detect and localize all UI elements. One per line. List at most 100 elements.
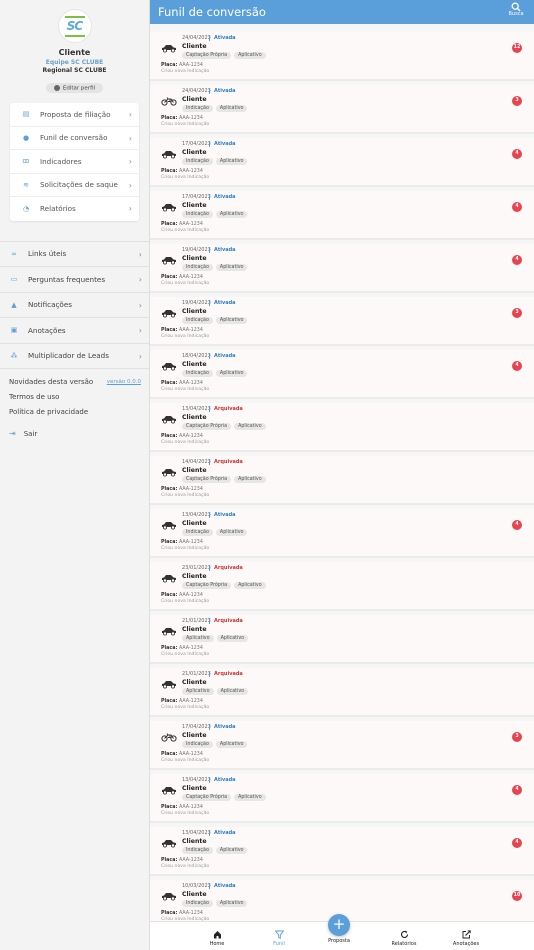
plate-label: Placa: bbox=[161, 540, 178, 545]
menu-item-saque[interactable]: ≋ Solicitações de saque › bbox=[10, 174, 139, 197]
lead-card[interactable]: 21/01/2023 Arquivada Cliente Aplicativo Apli… bbox=[150, 668, 534, 717]
lead-tags: Indicação Aplicativo bbox=[182, 158, 248, 165]
tag-chip: Captação Própria bbox=[182, 423, 232, 430]
nav-home[interactable]: Home bbox=[197, 929, 237, 947]
divider bbox=[209, 35, 210, 41]
lead-name: Cliente bbox=[182, 43, 207, 50]
lead-card[interactable]: 24/04/2023 Ativada Cliente Indicação Aplicat… bbox=[150, 85, 534, 134]
tag-chip: Aplicativo bbox=[234, 476, 266, 483]
lead-card[interactable]: 17/04/2023 Ativada Cliente Indicação Aplicat… bbox=[150, 191, 534, 240]
menu-item-links[interactable]: ∞ Links úteis › bbox=[0, 242, 149, 267]
link-icon: ∞ bbox=[11, 249, 17, 258]
menu-item-faq[interactable]: ▭ Perguntas frequentes › bbox=[0, 267, 149, 293]
divider bbox=[209, 247, 210, 253]
divider bbox=[209, 406, 210, 412]
plate-label: Placa: bbox=[161, 858, 178, 863]
plate-label: Placa: bbox=[161, 275, 178, 280]
tag-chip: Indicação bbox=[182, 317, 213, 324]
tag-chip: Indicação bbox=[182, 741, 213, 748]
lead-card[interactable]: 14/04/2023 Arquivada Cliente Captação Própr… bbox=[150, 456, 534, 505]
privacy-link[interactable]: Política de privacidade bbox=[9, 405, 149, 420]
lead-name: Cliente bbox=[182, 891, 207, 898]
menu-item-multiplicador[interactable]: ⁂ Multiplicador de Leads › bbox=[0, 344, 149, 369]
plate-value: AAA-1234 bbox=[178, 169, 203, 174]
divider bbox=[209, 194, 210, 200]
tag-chip: Aplicativo bbox=[234, 794, 266, 801]
terms-link[interactable]: Termos de uso bbox=[9, 390, 149, 405]
lead-name: Cliente bbox=[182, 361, 207, 368]
lead-date: 19/04/2023 bbox=[182, 247, 211, 253]
news-label: Novidades desta versão bbox=[9, 378, 94, 386]
lead-card[interactable]: 13/04/2023 Ativada Cliente Indicação Aplicat… bbox=[150, 509, 534, 558]
plate-value: AAA-1234 bbox=[178, 487, 203, 492]
menu-item-label: Solicitações de saque bbox=[40, 180, 118, 190]
menu-item-anotacoes[interactable]: ▣ Anotações › bbox=[0, 318, 149, 344]
lead-card[interactable]: 24/04/2023 Ativada Cliente Captação Própria… bbox=[150, 32, 534, 81]
menu-item-relatorios[interactable]: ◔ Relatórios › bbox=[10, 197, 139, 221]
notification-count-badge: 3 bbox=[512, 308, 522, 318]
car-icon bbox=[162, 787, 176, 795]
menu-item-proposta[interactable]: ▤ Proposta de filiação › bbox=[10, 103, 139, 127]
nav-funil[interactable]: Funil bbox=[259, 929, 299, 947]
secondary-menu: ∞ Links úteis › ▭ Perguntas frequentes ›… bbox=[0, 240, 149, 369]
plate-value: AAA-1234 bbox=[178, 699, 203, 704]
lead-plate: Placa: AAA-1234 bbox=[161, 911, 203, 916]
lead-status: Arquivada bbox=[214, 458, 243, 465]
tag-chip: Indicação bbox=[182, 900, 213, 907]
lead-card[interactable]: 13/04/2023 Ativada Cliente Captação Própria… bbox=[150, 774, 534, 823]
lead-card[interactable]: 13/04/2023 Arquivada Cliente Captação Própr… bbox=[150, 403, 534, 452]
menu-item-indicadores[interactable]: ꝏ Indicadores › bbox=[10, 150, 139, 174]
tag-chip: Aplicativo bbox=[215, 529, 248, 536]
lead-date: 17/04/2023 bbox=[182, 141, 211, 147]
divider bbox=[209, 353, 210, 359]
lead-status: Ativada bbox=[214, 140, 236, 147]
chevron-right-icon: › bbox=[138, 326, 142, 335]
lead-plate: Placa: AAA-1234 bbox=[161, 858, 203, 863]
logout-button[interactable]: ⇥ Sair bbox=[9, 429, 149, 438]
chevron-right-icon: › bbox=[128, 180, 132, 190]
plate-label: Placa: bbox=[161, 63, 178, 68]
menu-item-label: Notificações bbox=[28, 300, 72, 310]
edit-profile-button[interactable]: Editar perfil bbox=[45, 82, 104, 93]
plate-label: Placa: bbox=[161, 752, 178, 757]
lead-status: Ativada bbox=[214, 246, 236, 253]
lead-card[interactable]: 17/04/2023 Ativada Cliente Indicação Aplicat… bbox=[150, 138, 534, 187]
tag-chip: Aplicativo bbox=[215, 158, 248, 165]
divider bbox=[209, 830, 210, 836]
nav-anotacoes[interactable]: Anotações bbox=[446, 929, 486, 947]
car-icon bbox=[162, 310, 176, 318]
nav-relatorios[interactable]: Relatórios bbox=[384, 929, 424, 947]
lead-card[interactable]: 19/04/2023 Ativada Cliente Indicação Aplicat… bbox=[150, 244, 534, 293]
search-button[interactable]: Busca bbox=[508, 2, 524, 17]
tag-chip: Aplicativo bbox=[234, 423, 266, 430]
lead-date: 21/01/2023 bbox=[182, 671, 211, 677]
divider bbox=[209, 777, 210, 783]
lead-card[interactable]: 17/04/2023 Ativada Cliente Indicação Aplicat… bbox=[150, 721, 534, 770]
news-link[interactable]: Novidades desta versão versão 0.0.0 bbox=[9, 375, 149, 390]
lead-plate: Placa: AAA-1234 bbox=[161, 646, 203, 651]
lead-name: Cliente bbox=[182, 679, 207, 686]
lead-name: Cliente bbox=[182, 467, 207, 474]
lead-plate: Placa: AAA-1234 bbox=[161, 116, 203, 121]
menu-item-notificacoes[interactable]: ▲ Notificações › bbox=[0, 293, 149, 318]
lead-card[interactable]: 18/04/2023 Ativada Cliente Indicação Aplicat… bbox=[150, 350, 534, 399]
lead-status: Ativada bbox=[214, 882, 236, 889]
menu-item-label: Indicadores bbox=[40, 156, 82, 166]
tag-chip: Captação Própria bbox=[182, 52, 232, 59]
lead-date: 13/04/2023 bbox=[182, 406, 211, 412]
chevron-right-icon: › bbox=[128, 110, 132, 119]
new-proposal-button[interactable]: + bbox=[328, 914, 350, 936]
lead-subtitle: Criou nova Indicação bbox=[161, 811, 210, 816]
lead-card[interactable]: 21/01/2023 Arquivada Cliente Aplicativo Apli… bbox=[150, 615, 534, 664]
menu-item-funil[interactable]: ● Funil de conversão › bbox=[10, 127, 139, 150]
lead-name: Cliente bbox=[182, 255, 207, 262]
sc-logo: SC bbox=[57, 9, 92, 43]
chevron-right-icon: › bbox=[128, 204, 132, 213]
lead-card[interactable]: 13/04/2023 Ativada Cliente Indicação Aplicat… bbox=[150, 827, 534, 876]
lead-name: Cliente bbox=[182, 626, 207, 633]
lead-card[interactable]: 19/04/2023 Ativada Cliente Indicação Aplicat… bbox=[150, 297, 534, 346]
lead-name: Cliente bbox=[182, 96, 207, 103]
lead-name: Cliente bbox=[182, 785, 207, 792]
version-link[interactable]: versão 0.0.0 bbox=[107, 375, 141, 390]
lead-card[interactable]: 23/01/2023 Arquivada Cliente Captação Própr… bbox=[150, 562, 534, 611]
